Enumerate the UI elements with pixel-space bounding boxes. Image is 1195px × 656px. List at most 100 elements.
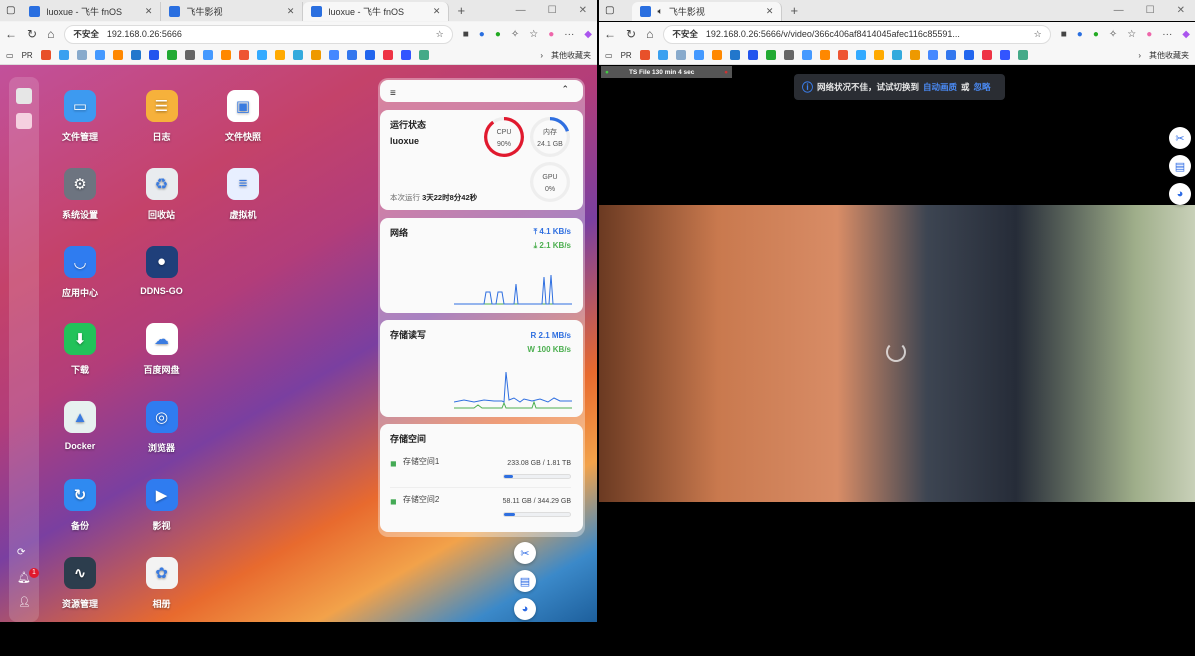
chevron-right-icon[interactable]: › xyxy=(540,51,543,60)
bookmark-icon[interactable] xyxy=(765,50,776,60)
bookmark-icon[interactable] xyxy=(184,50,195,60)
tab-video-active[interactable]: 🔈︎ 飞牛影视 ✕ xyxy=(632,2,783,21)
close-window-button[interactable]: ✕ xyxy=(1177,5,1185,16)
bookmark-pr[interactable]: PR xyxy=(22,51,33,60)
desktop-app[interactable]: ▣ 文件快照 xyxy=(208,90,278,143)
tab-fnos-active[interactable]: luoxue - 飞牛 fnOS ✕ xyxy=(303,2,450,21)
bookmark-icon[interactable] xyxy=(639,50,650,60)
more-icon[interactable]: ··· xyxy=(1162,29,1172,40)
bookmark-icon[interactable] xyxy=(328,50,339,60)
extensions-icon[interactable]: ✧ xyxy=(1109,29,1117,40)
bookmark-icon[interactable] xyxy=(855,50,866,60)
profile-avatar[interactable]: ● xyxy=(548,29,554,40)
bookmark-icon[interactable] xyxy=(747,50,758,60)
close-icon[interactable]: ✕ xyxy=(287,6,295,17)
chevron-right-icon[interactable]: › xyxy=(1138,51,1141,60)
new-tab-button[interactable]: + xyxy=(449,3,473,18)
home-icon[interactable]: ⌂ xyxy=(47,27,54,41)
bookmark-icon[interactable] xyxy=(364,50,375,60)
desktop-app[interactable]: ⬇ 下载 xyxy=(45,323,115,376)
desktop-app[interactable]: ◡ 应用中心 xyxy=(45,245,115,299)
close-icon[interactable]: ✕ xyxy=(433,6,441,17)
bookmark-icon[interactable] xyxy=(166,50,177,60)
tab-fnos-1[interactable]: luoxue - 飞牛 fnOS ✕ xyxy=(21,2,162,21)
favorite-star-icon[interactable]: ☆ xyxy=(436,29,444,40)
bookmark-icon[interactable] xyxy=(963,50,974,60)
extension-icon[interactable]: ■ xyxy=(1061,29,1067,40)
home-icon[interactable]: ⌂ xyxy=(646,27,653,41)
bookmark-icon[interactable] xyxy=(418,50,429,60)
desktop-app[interactable]: ↻ 备份 xyxy=(45,479,115,532)
bookmark-icon[interactable] xyxy=(801,50,812,60)
bookmark-icon[interactable] xyxy=(256,50,267,60)
bookmark-icon[interactable] xyxy=(346,50,357,60)
bookmark-icon[interactable] xyxy=(238,50,249,60)
settings-gear-icon[interactable]: ⚙ xyxy=(17,621,27,622)
bookmark-icon[interactable] xyxy=(819,50,830,60)
tab-video[interactable]: 飞牛影视 ✕ xyxy=(161,2,304,21)
bookmark-icon[interactable] xyxy=(400,50,411,60)
bookmark-icon[interactable] xyxy=(729,50,740,60)
bookmark-icon[interactable] xyxy=(927,50,938,60)
screenshot-scissors-button[interactable]: ✂ xyxy=(1169,127,1191,149)
extension-icon[interactable]: ● xyxy=(1093,29,1099,40)
desktop-app[interactable]: ◎ 浏览器 xyxy=(127,401,197,454)
bookmark-icon[interactable] xyxy=(999,50,1010,60)
bookmark-icon[interactable] xyxy=(148,50,159,60)
desktop-app[interactable]: ∿ 资源管理 xyxy=(45,556,115,610)
tab-actions-icon[interactable]: ▢ xyxy=(599,5,620,16)
bookmark-icon[interactable] xyxy=(40,50,51,60)
profile-avatar[interactable]: ● xyxy=(1146,29,1152,40)
bookmark-icon[interactable] xyxy=(945,50,956,60)
video-frame[interactable] xyxy=(599,205,1195,502)
bookmark-icon[interactable] xyxy=(220,50,231,60)
app-grid-icon[interactable] xyxy=(16,113,32,129)
bookmark-icon[interactable] xyxy=(58,50,69,60)
close-icon[interactable]: ● xyxy=(724,69,728,76)
favorites-icon[interactable]: ☆ xyxy=(529,29,538,40)
desktop-app[interactable]: ● DDNS-GO xyxy=(127,245,197,296)
maximize-button[interactable]: ☐ xyxy=(548,5,557,16)
bookmark-icon[interactable] xyxy=(292,50,303,60)
bookmark-icon[interactable] xyxy=(693,50,704,60)
network-card[interactable]: 网络 ⤒ 4.1 KB/s ⤓ 2.1 KB/s xyxy=(380,218,583,313)
bookmark-icon[interactable] xyxy=(274,50,285,60)
bookmark-icon[interactable] xyxy=(657,50,668,60)
close-icon[interactable]: ✕ xyxy=(766,6,774,17)
other-bookmarks[interactable]: 其他收藏夹 xyxy=(551,50,591,61)
minimize-button[interactable]: — xyxy=(1114,5,1124,16)
bookmark-icon[interactable] xyxy=(76,50,87,60)
extension-icon[interactable]: ● xyxy=(479,29,485,40)
notes-button[interactable]: ▤ xyxy=(514,570,536,592)
copilot-icon[interactable]: ◆ xyxy=(1182,29,1190,40)
widget-menu-icon[interactable]: ≡ xyxy=(390,88,396,99)
extensions-icon[interactable]: ✧ xyxy=(511,29,519,40)
desktop-app[interactable]: ▲ Docker xyxy=(45,401,115,451)
disk-io-card[interactable]: 存储读写 R 2.1 MB/s W 100 KB/s xyxy=(380,320,583,417)
bookmark-icon[interactable] xyxy=(909,50,920,60)
bookmark-icon[interactable] xyxy=(873,50,884,60)
security-warning[interactable]: 不安全 xyxy=(73,28,99,40)
assistant-button[interactable]: ◕ xyxy=(1169,183,1191,205)
volume-row[interactable]: ◼ 存储空间1 233.08 GB / 1.81 TB xyxy=(390,457,571,488)
minimize-button[interactable]: — xyxy=(516,5,526,16)
auto-quality-link[interactable]: 自动画质 xyxy=(923,81,957,93)
bookmark-icon[interactable] xyxy=(711,50,722,60)
bookmark-icon[interactable] xyxy=(202,50,213,60)
extension-icon[interactable]: ■ xyxy=(463,29,469,40)
maximize-button[interactable]: ☐ xyxy=(1146,5,1155,16)
bookmark-icon[interactable] xyxy=(675,50,686,60)
sync-icon[interactable]: ⟳ xyxy=(17,547,25,558)
bookmark-icon[interactable] xyxy=(783,50,794,60)
audio-playing-icon[interactable]: 🔈︎ xyxy=(657,6,662,17)
close-window-button[interactable]: ✕ xyxy=(579,5,587,16)
back-icon[interactable]: ← xyxy=(604,27,616,41)
bookmark-icon[interactable] xyxy=(310,50,321,60)
storage-space-card[interactable]: 存储空间 ◼ 存储空间1 233.08 GB / 1.81 TB ◼ 存储空间2 5… xyxy=(380,424,583,532)
desktop-app[interactable]: ≡ 虚拟机 xyxy=(208,167,278,221)
new-tab-button[interactable]: + xyxy=(782,3,806,18)
screenshot-scissors-button[interactable]: ✂ xyxy=(514,542,536,564)
bookmark-icon[interactable] xyxy=(981,50,992,60)
extension-icon[interactable]: ● xyxy=(495,29,501,40)
bookmark-icon[interactable] xyxy=(382,50,393,60)
